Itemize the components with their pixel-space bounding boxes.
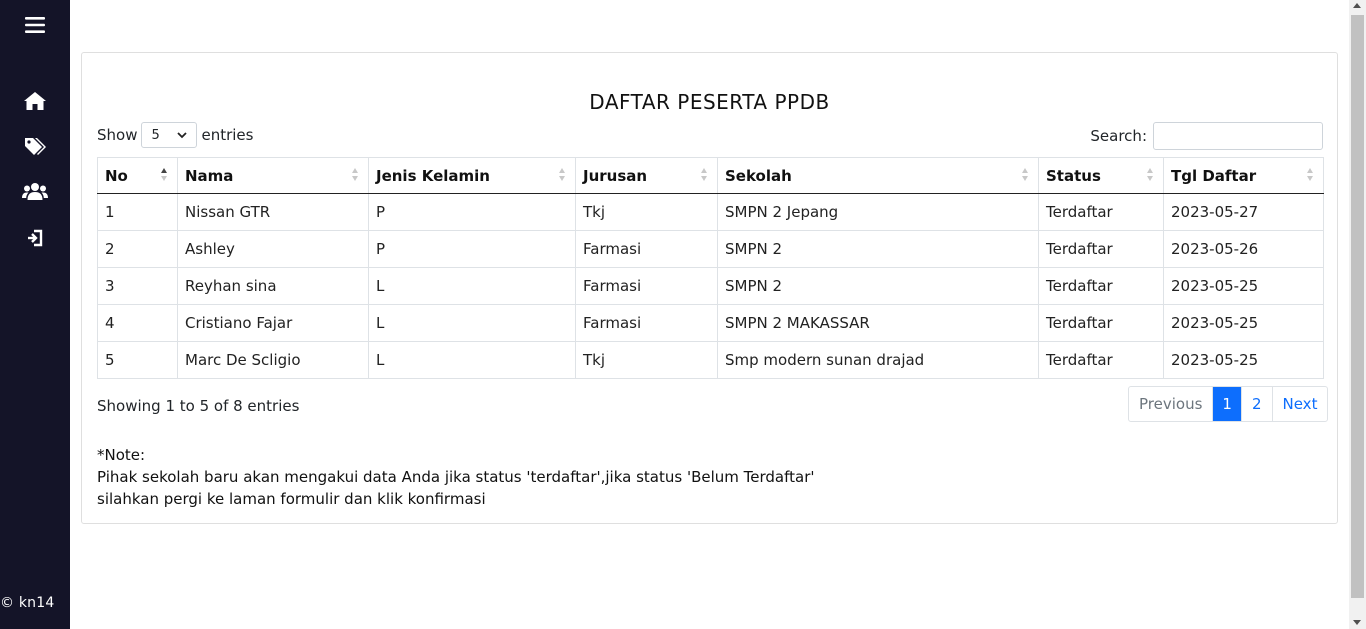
pagination: Previous 1 2 Next [1128,386,1329,422]
cell-no: 5 [97,341,178,379]
cell-nama: Ashley [177,230,369,268]
table-row: 2 Ashley P Farmasi SMPN 2 Terdaftar 2023… [97,230,1324,268]
cell-status: Terdaftar [1038,230,1164,268]
cell-jurusan: Tkj [575,193,718,231]
column-header-label: Tgl Daftar [1171,166,1257,185]
participants-table: No Nama Jenis Kelamin Jurusan Sekolah St… [97,157,1324,379]
column-header-label: Sekolah [725,166,792,185]
cell-jurusan: Tkj [575,341,718,379]
search-control: Search: [1090,122,1323,150]
pagination-page-1[interactable]: 1 [1212,387,1241,421]
logout-icon[interactable] [0,228,70,248]
note-heading: *Note: [97,446,146,464]
cell-nama: Nissan GTR [177,193,369,231]
column-header-label: Nama [185,166,234,185]
column-header-tgl-daftar[interactable]: Tgl Daftar [1163,157,1324,194]
search-label: Search: [1090,127,1147,145]
column-header-jenis-kelamin[interactable]: Jenis Kelamin [368,157,576,194]
table-row: 4 Cristiano Fajar L Farmasi SMPN 2 MAKAS… [97,304,1324,342]
cell-tgl-daftar: 2023-05-27 [1163,193,1324,231]
column-header-label: Jenis Kelamin [376,166,490,185]
cell-no: 3 [97,267,178,305]
sort-icon [1147,168,1155,184]
cell-tgl-daftar: 2023-05-25 [1163,304,1324,342]
pagination-previous[interactable]: Previous [1129,387,1212,421]
entries-select-value: 5 [151,127,160,143]
table-row: 5 Marc De Scligio L Tkj Smp modern sunan… [97,341,1324,379]
menu-icon[interactable] [0,16,70,34]
copyright-text: © kn14 [0,595,55,611]
entries-length-control: Show 5 entries [97,122,253,148]
pagination-next[interactable]: Next [1271,387,1328,421]
note-block: *Note: Pihak sekolah baru akan mengakui … [97,444,815,510]
column-header-sekolah[interactable]: Sekolah [717,157,1039,194]
sidebar: © kn14 [0,0,70,629]
cell-nama: Cristiano Fajar [177,304,369,342]
sort-icon [1307,168,1315,184]
cell-jenis-kelamin: L [368,341,576,379]
pagination-page-2[interactable]: 2 [1240,387,1272,421]
cell-sekolah: SMPN 2 MAKASSAR [717,304,1039,342]
cell-jenis-kelamin: L [368,267,576,305]
sort-icon [559,168,567,184]
column-header-label: Jurusan [583,166,648,185]
home-icon[interactable] [0,91,70,111]
cell-jenis-kelamin: L [368,304,576,342]
cell-tgl-daftar: 2023-05-26 [1163,230,1324,268]
entries-select[interactable]: 5 [141,122,198,148]
note-line: silahkan pergi ke laman formulir dan kli… [97,490,486,508]
table-row: 3 Reyhan sina L Farmasi SMPN 2 Terdaftar… [97,267,1324,305]
users-icon[interactable] [0,181,70,201]
cell-tgl-daftar: 2023-05-25 [1163,267,1324,305]
page-title: DAFTAR PESERTA PPDB [589,90,830,114]
cell-sekolah: Smp modern sunan drajad [717,341,1039,379]
tags-icon[interactable] [0,136,70,156]
cell-jenis-kelamin: P [368,193,576,231]
search-input[interactable] [1153,122,1323,150]
cell-status: Terdaftar [1038,304,1164,342]
cell-status: Terdaftar [1038,193,1164,231]
table-row: 1 Nissan GTR P Tkj SMPN 2 Jepang Terdaft… [97,193,1324,231]
cell-jenis-kelamin: P [368,230,576,268]
cell-jurusan: Farmasi [575,304,718,342]
show-label: Show [97,126,138,144]
cell-sekolah: SMPN 2 [717,230,1039,268]
cell-no: 2 [97,230,178,268]
cell-status: Terdaftar [1038,267,1164,305]
cell-nama: Marc De Scligio [177,341,369,379]
participants-card: DAFTAR PESERTA PPDB Show 5 entries Searc… [81,52,1338,524]
vertical-scrollbar[interactable] [1349,0,1366,629]
cell-sekolah: SMPN 2 [717,267,1039,305]
sort-icon [161,168,169,184]
cell-nama: Reyhan sina [177,267,369,305]
cell-status: Terdaftar [1038,341,1164,379]
column-header-nama[interactable]: Nama [177,157,369,194]
entries-label: entries [201,126,254,144]
column-header-label: No [105,166,128,185]
cell-no: 4 [97,304,178,342]
note-line: Pihak sekolah baru akan mengakui data An… [97,468,815,486]
column-header-label: Status [1046,166,1101,185]
scroll-down-icon[interactable] [1353,620,1361,625]
cell-no: 1 [97,193,178,231]
cell-sekolah: SMPN 2 Jepang [717,193,1039,231]
chevron-down-icon [177,128,188,143]
table-info: Showing 1 to 5 of 8 entries [97,397,300,415]
table-header-row: No Nama Jenis Kelamin Jurusan Sekolah St… [97,157,1324,194]
column-header-jurusan[interactable]: Jurusan [575,157,718,194]
column-header-no[interactable]: No [97,157,178,194]
sort-icon [701,168,709,184]
cell-jurusan: Farmasi [575,267,718,305]
scroll-thumb[interactable] [1351,15,1364,598]
sort-icon [352,168,360,184]
cell-jurusan: Farmasi [575,230,718,268]
column-header-status[interactable]: Status [1038,157,1164,194]
cell-tgl-daftar: 2023-05-25 [1163,341,1324,379]
scroll-up-icon[interactable] [1353,3,1361,8]
sort-icon [1022,168,1030,184]
